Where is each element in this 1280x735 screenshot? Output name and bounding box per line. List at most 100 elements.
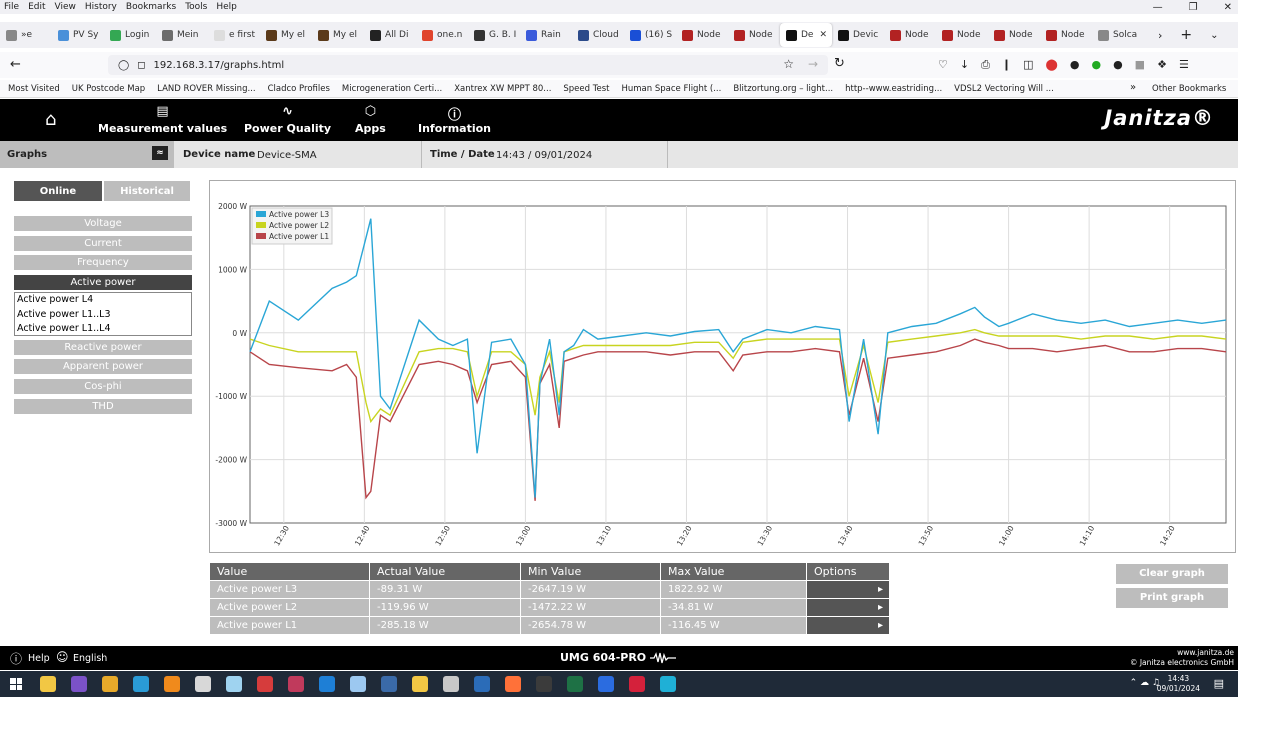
print-graph-button[interactable]: Print graph <box>1116 588 1228 608</box>
menu-file[interactable]: File <box>4 2 19 12</box>
taskbar-app-icon[interactable] <box>629 676 645 692</box>
bookmark-item[interactable]: Cladco Profiles <box>268 84 330 94</box>
bookmark-item[interactable]: Most Visited <box>8 84 60 94</box>
browser-tab[interactable]: Node <box>936 23 988 47</box>
tabs-scroll-right-icon[interactable]: › <box>1158 29 1162 42</box>
bookmark-item[interactable]: UK Postcode Map <box>72 84 145 94</box>
row-options-button[interactable]: ▸ <box>807 617 889 634</box>
browser-tab[interactable]: (16) S <box>624 23 676 47</box>
submenu-active-power-l1-l3[interactable]: Active power L1..L3 <box>15 308 191 323</box>
menu-frequency[interactable]: Frequency <box>14 255 192 270</box>
taskbar-app-icon[interactable] <box>40 676 56 692</box>
browser-tab[interactable]: My el <box>312 23 364 47</box>
nav-measurement-values[interactable]: ▤ Measurement values <box>98 104 227 135</box>
extension-c-icon[interactable]: ● <box>1113 58 1123 72</box>
taskbar-app-icon[interactable] <box>443 676 459 692</box>
browser-tab[interactable]: Cloud <box>572 23 624 47</box>
browser-tab[interactable]: e first <box>208 23 260 47</box>
taskbar-app-icon[interactable] <box>102 676 118 692</box>
browser-tab[interactable]: Rain <box>520 23 572 47</box>
taskbar-app-icon[interactable] <box>412 676 428 692</box>
browser-tab[interactable]: Solca <box>1092 23 1144 47</box>
adblock-icon[interactable]: ⬤ <box>1046 58 1058 72</box>
bookmark-item[interactable]: Xantrex XW MPPT 80... <box>454 84 551 94</box>
nav-apps[interactable]: ⬡ Apps <box>355 104 386 135</box>
taskbar-app-icon[interactable] <box>195 676 211 692</box>
restore-icon[interactable]: ❐ <box>1189 2 1198 13</box>
online-button[interactable]: Online <box>14 181 102 201</box>
website-link[interactable]: www.janitza.de <box>1130 648 1234 658</box>
browser-tab[interactable]: Node <box>988 23 1040 47</box>
back-icon[interactable]: ← <box>10 57 21 72</box>
notifications-icon[interactable]: ▤ <box>1214 677 1224 690</box>
bookmark-item[interactable]: Speed Test <box>563 84 609 94</box>
hamburger-menu-icon[interactable]: ☰ <box>1179 58 1189 72</box>
taskbar-app-icon[interactable] <box>567 676 583 692</box>
taskbar-app-icon[interactable] <box>133 676 149 692</box>
browser-tab[interactable]: All Di <box>364 23 416 47</box>
submenu-active-power-l1-l4[interactable]: Active power L1..L4 <box>15 322 191 337</box>
bookmark-star-icon[interactable]: ☆ <box>783 57 794 71</box>
taskbar-app-icon[interactable] <box>319 676 335 692</box>
menu-tools[interactable]: Tools <box>185 2 207 12</box>
browser-tab[interactable]: Node <box>884 23 936 47</box>
row-options-button[interactable]: ▸ <box>807 599 889 616</box>
submenu-active-power-l4[interactable]: Active power L4 <box>15 293 191 308</box>
bookmark-item[interactable]: VDSL2 Vectoring Will ... <box>954 84 1054 94</box>
browser-tab[interactable]: De ✕ <box>780 23 832 47</box>
print-icon[interactable]: ⎙ <box>981 58 990 72</box>
help-link[interactable]: Help <box>28 653 50 664</box>
taskbar-app-icon[interactable] <box>381 676 397 692</box>
url-bar[interactable]: ◯ ◻ 192.168.3.17/graphs.html ☆ <box>108 55 828 75</box>
download-icon[interactable]: ↓ <box>960 58 969 72</box>
bookmark-item[interactable]: http--www.eastriding... <box>845 84 942 94</box>
more-bookmarks-icon[interactable]: » <box>1130 82 1136 93</box>
browser-tab[interactable]: Mein <box>156 23 208 47</box>
taskbar-clock[interactable]: 14:43 09/01/2024 <box>1157 674 1200 694</box>
taskbar-app-icon[interactable] <box>598 676 614 692</box>
menu-thd[interactable]: THD <box>14 399 192 414</box>
forward-icon[interactable]: → <box>808 57 818 71</box>
browser-tab[interactable]: Login <box>104 23 156 47</box>
taskbar-app-icon[interactable] <box>257 676 273 692</box>
extensions-icon[interactable]: ❖ <box>1157 58 1167 72</box>
menu-view[interactable]: View <box>55 2 76 12</box>
browser-tab[interactable]: Node <box>676 23 728 47</box>
bookmark-item[interactable]: Blitzortung.org – light... <box>733 84 833 94</box>
browser-tab[interactable]: »e <box>0 23 52 47</box>
clear-graph-button[interactable]: Clear graph <box>1116 564 1228 584</box>
browser-tab[interactable]: Node <box>1040 23 1092 47</box>
extension-n-icon[interactable]: ● <box>1070 58 1080 72</box>
browser-tab[interactable]: Devic <box>832 23 884 47</box>
other-bookmarks[interactable]: Other Bookmarks <box>1152 84 1226 94</box>
system-tray-icons[interactable]: ⌃ ☁ ♫ <box>1130 678 1160 688</box>
extension-green-icon[interactable]: ● <box>1091 58 1101 72</box>
browser-tab[interactable]: G. B. I <box>468 23 520 47</box>
taskbar-app-icon[interactable] <box>71 676 87 692</box>
menu-history[interactable]: History <box>85 2 117 12</box>
menu-bookmarks[interactable]: Bookmarks <box>126 2 176 12</box>
new-tab-icon[interactable]: + <box>1180 27 1192 43</box>
language-link[interactable]: English <box>73 653 107 664</box>
nav-information[interactable]: ⓘ Information <box>418 104 491 135</box>
taskbar-app-icon[interactable] <box>505 676 521 692</box>
nav-power-quality[interactable]: ∿ Power Quality <box>244 104 331 135</box>
library-icon[interactable]: ❙ <box>1002 58 1011 72</box>
close-tab-icon[interactable]: ✕ <box>819 30 827 40</box>
menu-current[interactable]: Current <box>14 236 192 251</box>
taskbar-app-icon[interactable] <box>164 676 180 692</box>
sidebar-icon[interactable]: ◫ <box>1023 58 1033 72</box>
taskbar-app-icon[interactable] <box>350 676 366 692</box>
start-icon[interactable] <box>10 678 22 690</box>
menu-active-power[interactable]: Active power <box>14 275 192 290</box>
reload-icon[interactable]: ↻ <box>834 56 845 71</box>
home-icon[interactable]: ⌂ <box>45 109 56 130</box>
row-options-button[interactable]: ▸ <box>807 581 889 598</box>
browser-tab[interactable]: one.n <box>416 23 468 47</box>
taskbar-app-icon[interactable] <box>474 676 490 692</box>
taskbar-app-icon[interactable] <box>660 676 676 692</box>
bookmark-item[interactable]: LAND ROVER Missing... <box>157 84 255 94</box>
menu-voltage[interactable]: Voltage <box>14 216 192 231</box>
bookmark-item[interactable]: Human Space Flight (... <box>621 84 721 94</box>
browser-tab[interactable]: Node <box>728 23 780 47</box>
